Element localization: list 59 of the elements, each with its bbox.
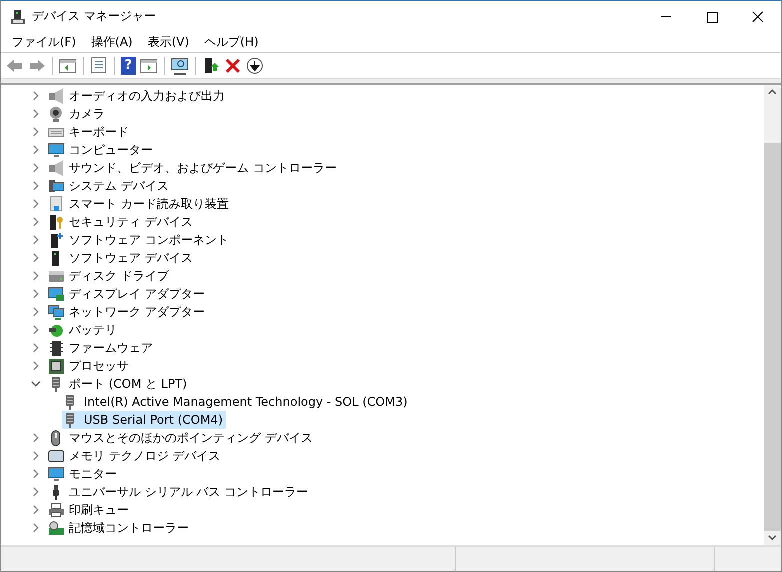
memory-icon	[48, 448, 65, 464]
console-tree-icon[interactable]	[59, 56, 77, 74]
computer-icon	[48, 178, 65, 194]
properties-icon[interactable]	[90, 56, 108, 74]
tree-item[interactable]: システム デバイス	[69, 178, 169, 194]
tree-item[interactable]: オーディオの入力および出力	[69, 88, 225, 104]
speaker-icon	[48, 88, 65, 104]
device-icon	[10, 8, 26, 24]
card-reader-icon	[48, 196, 65, 212]
tree-item[interactable]: ソフトウェア コンポーネント	[69, 232, 229, 248]
chip-icon	[48, 340, 65, 356]
tree-item[interactable]: ネットワーク アダプター	[69, 304, 205, 320]
storage-controller-icon	[48, 520, 65, 536]
tree-item[interactable]: ディスク ドライブ	[69, 268, 169, 284]
menu-item[interactable]: 表示(V)	[140, 34, 198, 50]
scrollbar[interactable]	[764, 85, 781, 545]
tower-key-icon	[48, 214, 65, 230]
monitor-icon	[48, 142, 65, 158]
tree-item[interactable]: コンピューター	[69, 142, 153, 158]
window-title: デバイス マネージャー	[32, 8, 157, 25]
processor-icon	[48, 358, 65, 374]
display-adapter-icon	[48, 286, 65, 302]
tree-item[interactable]: サウンド、ビデオ、およびゲーム コントローラー	[69, 160, 337, 176]
tree-item[interactable]: プロセッサ	[69, 358, 129, 374]
scroll-thumb[interactable]	[764, 143, 781, 531]
tree-item[interactable]: Intel(R) Active Management Technology - SOL (COM3)	[62, 393, 411, 411]
tree-item[interactable]: 記憶域コントローラー	[69, 520, 189, 536]
tree-item[interactable]: セキュリティ デバイス	[69, 214, 193, 230]
tree-item[interactable]: ユニバーサル シリアル バス コントローラー	[69, 484, 308, 500]
tree-item[interactable]: カメラ	[69, 106, 105, 122]
tree-item[interactable]: ソフトウェア デバイス	[69, 250, 193, 266]
tree-item[interactable]: ポート (COM と LPT)	[69, 376, 188, 392]
scan-monitor-icon[interactable]	[171, 56, 189, 74]
tree-item[interactable]: マウスとそのほかのポインティング デバイス	[69, 430, 313, 446]
menu-item[interactable]: ヘルプ(H)	[197, 34, 267, 50]
tower-up-arrow-icon[interactable]	[202, 56, 220, 74]
menu-item[interactable]: ファイル(F)	[5, 34, 84, 50]
tree-item[interactable]: バッテリ	[69, 322, 117, 338]
tree-item[interactable]: USB Serial Port (COM4)	[62, 411, 226, 429]
delete-icon[interactable]	[224, 56, 242, 74]
action-pane-icon[interactable]	[140, 56, 158, 74]
tower-icon	[48, 232, 65, 248]
monitor-icon	[48, 466, 65, 482]
tree-item[interactable]: スマート カード読み取り装置	[69, 196, 229, 212]
down-arrow-circle-icon[interactable]	[246, 56, 264, 74]
printer-icon	[48, 502, 65, 518]
network-icon	[48, 304, 65, 320]
tree-item[interactable]: 印刷キュー	[69, 502, 129, 518]
scroll-up-icon[interactable]	[768, 89, 777, 95]
tree-item[interactable]: ディスプレイ アダプター	[69, 286, 205, 302]
tree-item[interactable]: メモリ テクノロジ デバイス	[69, 448, 221, 464]
tree-item[interactable]: キーボード	[69, 124, 129, 140]
tree-item[interactable]: モニター	[69, 466, 117, 482]
tree-item[interactable]: ファームウェア	[69, 340, 153, 356]
scroll-down-icon[interactable]	[768, 535, 777, 541]
menu-item[interactable]: 操作(A)	[84, 34, 141, 50]
speaker-icon	[48, 160, 65, 176]
webcam-icon	[48, 106, 65, 122]
help-button[interactable]: ?	[121, 56, 136, 74]
